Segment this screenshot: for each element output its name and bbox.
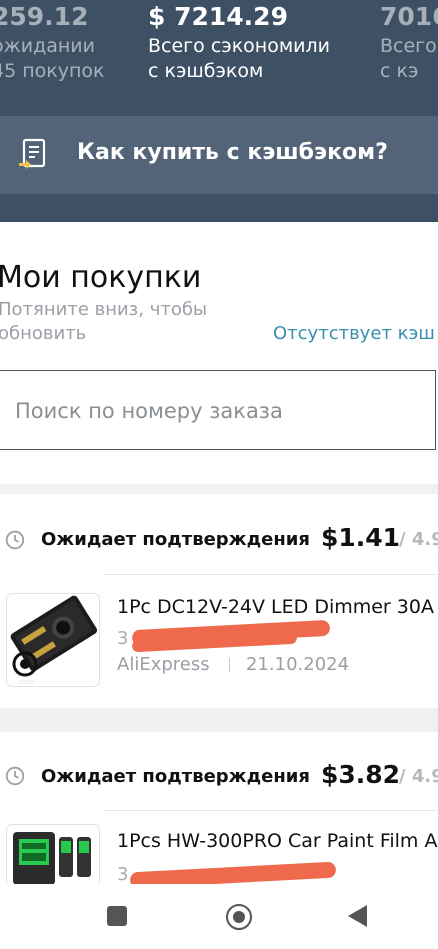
order-shop: AliExpress	[117, 654, 210, 675]
order-number: 3	[117, 864, 129, 885]
back-icon[interactable]	[348, 905, 367, 927]
how-to-cashback-button[interactable]: Как купить с кэшбэком?	[0, 116, 438, 194]
stat-other[interactable]: 7016 Всего с кэ	[380, 0, 438, 84]
product-thumbnail	[6, 593, 100, 687]
clock-icon	[5, 766, 25, 786]
divider	[104, 810, 438, 811]
purchases-panel: Мои покупки Потяните вниз, чтобы обновит…	[0, 222, 438, 484]
led-dimmer-image	[7, 594, 99, 686]
product-thumbnail	[6, 824, 100, 885]
home-icon[interactable]	[226, 904, 252, 930]
stat-pending-label: ожидании	[0, 35, 95, 57]
system-navigation-bar	[0, 884, 438, 949]
order-card[interactable]: Ожидает подтверждения $3.82 / 4.9 1Pcs H…	[0, 732, 438, 889]
order-search-box	[0, 370, 437, 450]
order-card[interactable]: Ожидает подтверждения $1.41 / 4.9 1Pc DC…	[0, 494, 438, 708]
missing-cashback-link[interactable]: Отсутствует кэш	[273, 323, 435, 344]
stat-pending[interactable]: 259.12 ожидании 45 покупок	[0, 0, 105, 84]
order-cashback-amount: $3.82	[321, 760, 401, 789]
order-search-input[interactable]	[0, 371, 437, 450]
recents-icon[interactable]	[107, 906, 127, 926]
stat-other-label: Всего	[380, 35, 437, 57]
stat-pending-value: 259.12	[0, 2, 89, 31]
order-cashback-amount: $1.41	[321, 523, 401, 552]
stat-saved-label-2: с кэшбэком	[148, 60, 264, 82]
order-number: 3	[117, 628, 129, 649]
cashback-stats-header: 259.12 ожидании 45 покупок $ 7214.29 Все…	[0, 0, 438, 222]
order-status: Ожидает подтверждения	[41, 529, 310, 550]
paint-thickness-gauge-image	[7, 825, 99, 885]
pull-to-refresh-hint: Потяните вниз, чтобы обновить	[0, 299, 208, 344]
stat-saved-label: Всего сэкономили	[148, 35, 331, 57]
how-to-cashback-label: Как купить с кэшбэком?	[77, 140, 388, 165]
clock-icon	[5, 530, 25, 550]
stat-pending-count: 45 покупок	[0, 60, 105, 82]
product-name: 1Pcs HW-300PRO Car Paint Film A	[117, 830, 438, 852]
order-status: Ожидает подтверждения	[41, 766, 310, 787]
stat-other-value: 7016	[380, 2, 438, 31]
stat-saved-value: $ 7214.29	[148, 2, 288, 31]
checklist-icon	[19, 138, 46, 169]
stat-other-label-2: с кэ	[380, 60, 419, 82]
product-name: 1Pc DC12V-24V LED Dimmer 30A	[117, 596, 434, 618]
divider	[229, 658, 230, 672]
order-cashback-total: / 4.9	[399, 766, 438, 787]
stat-saved[interactable]: $ 7214.29 Всего сэкономили с кэшбэком	[148, 0, 330, 84]
page-title: Мои покупки	[0, 260, 202, 295]
order-date: 21.10.2024	[246, 654, 350, 675]
order-cashback-total: / 4.9	[399, 529, 438, 550]
divider	[104, 574, 438, 575]
